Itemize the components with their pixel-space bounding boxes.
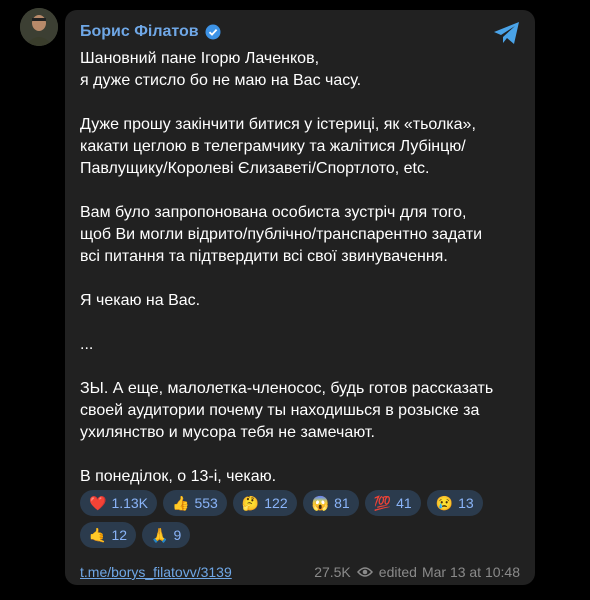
message-line: ухилянство и мусора тебя не замечают. <box>80 424 375 441</box>
views-count: 27.5K <box>314 564 351 580</box>
telegram-logo-icon[interactable] <box>493 20 521 46</box>
reaction-chip[interactable]: 👍 553 <box>163 490 227 516</box>
timestamp: Mar 13 at 10:48 <box>421 564 520 580</box>
message-line: Вам було запропонована особиста зустріч … <box>80 204 467 221</box>
reaction-emoji: 👍 <box>172 494 190 511</box>
message-text: Шановний пане Ігорю Лаченков, я дуже стис… <box>80 48 525 488</box>
reaction-chip[interactable]: ❤️ 1.13K <box>80 490 158 516</box>
reaction-chip[interactable]: 😢 13 <box>426 490 483 516</box>
message-line: Я чекаю на Вас. <box>80 292 201 309</box>
reaction-count: 1.13K <box>111 495 149 511</box>
author-avatar[interactable] <box>20 8 58 46</box>
message-line: Шановний пане Ігорю Лаченков, <box>80 50 320 67</box>
reaction-count: 13 <box>458 495 474 511</box>
reactions-row-1: ❤️ 1.13K 👍 553 🤔 122 😱 81 💯 41 😢 13 <box>80 490 530 516</box>
reaction-emoji: 🤔 <box>241 494 260 511</box>
reaction-chip[interactable]: 🤙 12 <box>80 522 137 548</box>
reaction-count: 9 <box>173 527 182 543</box>
reaction-count: 12 <box>111 527 128 543</box>
message-line: своей аудитории почему ты находишься в р… <box>80 402 480 419</box>
reaction-emoji: ❤️ <box>89 494 107 511</box>
reaction-emoji: 💯 <box>373 494 392 511</box>
message-line: Павлущику/Королеві Єлизаветі/Спортлото, … <box>80 160 430 177</box>
message-line: ... <box>80 336 94 353</box>
message-line: всі питання та підтвердити всі свої звин… <box>80 248 448 265</box>
message-line: какати цеглою в телеграмчику та жалітися… <box>80 138 466 155</box>
message-line: я дуже стисло бо не маю на Вас часу. <box>80 72 362 89</box>
edited-label: edited <box>378 564 417 580</box>
reaction-count: 122 <box>264 495 288 511</box>
reaction-chip[interactable]: 😱 81 <box>302 490 359 516</box>
message-line: Дуже прошу закінчити битися у істериці, … <box>80 116 476 133</box>
message-line: щоб Ви могли відрито/публічно/транспарен… <box>80 226 483 243</box>
reaction-count: 553 <box>194 495 218 511</box>
author-name[interactable]: Борис Філатов <box>80 23 199 41</box>
reaction-emoji: 🙏 <box>151 526 169 543</box>
reaction-count: 81 <box>334 495 350 511</box>
message-line: ЗЫ. А еще, малолетка-членосос, будь гото… <box>80 380 494 397</box>
reaction-emoji: 🤙 <box>89 526 107 543</box>
reaction-chip[interactable]: 💯 41 <box>364 490 421 516</box>
eye-icon <box>356 567 373 577</box>
message-bubble: Борис Філатов Шановний пане Ігорю Лаченк… <box>65 10 535 585</box>
verified-badge-icon <box>205 24 221 40</box>
message-header: Борис Філатов <box>80 20 221 44</box>
message-line: В понеділок, о 13-і, чекаю. <box>80 468 277 485</box>
message-footer: t.me/borys_filatovv/3139 27.5K edited Ma… <box>80 562 520 582</box>
reactions-row-2: 🤙 12 🙏 9 <box>80 522 530 548</box>
reaction-count: 41 <box>396 495 412 511</box>
reactions-bar: ❤️ 1.13K 👍 553 🤔 122 😱 81 💯 41 😢 13 🤙 12 🙏 9 <box>80 490 530 554</box>
reaction-emoji: 😱 <box>311 494 330 511</box>
reaction-chip[interactable]: 🙏 9 <box>142 522 191 548</box>
message-meta: 27.5K edited Mar 13 at 10:48 <box>314 564 520 580</box>
reaction-chip[interactable]: 🤔 122 <box>232 490 297 516</box>
post-link[interactable]: t.me/borys_filatovv/3139 <box>80 564 232 580</box>
reaction-emoji: 😢 <box>435 494 454 511</box>
